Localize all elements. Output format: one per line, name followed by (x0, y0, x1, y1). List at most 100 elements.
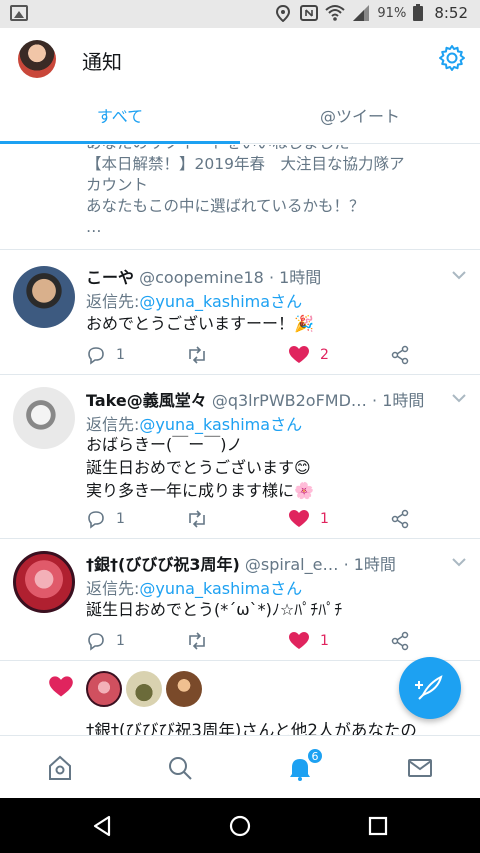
reply-button[interactable]: 1 (86, 508, 125, 530)
notification-feed[interactable]: あなたのリツイートをいいねしました 【本日解禁！】2019年春 大注目な協力隊ア… (0, 145, 480, 735)
reply-mention[interactable]: @yuna_kashimaさん (139, 415, 302, 434)
chevron-down-icon[interactable] (452, 557, 466, 567)
avatar[interactable] (13, 551, 75, 613)
tweet-actions: 1 1 (86, 630, 426, 652)
tab-mentions[interactable]: @ツイート (240, 90, 480, 144)
notification-line: あなたのリツイートをいいねしました (86, 145, 466, 154)
retweet-button[interactable] (186, 344, 208, 366)
reply-mention[interactable]: @yuna_kashimaさん (139, 292, 302, 311)
like-button[interactable]: 1 (288, 630, 329, 652)
like-count: 2 (320, 347, 329, 363)
heart-icon (289, 510, 309, 527)
author-handle: @spiral_e… (244, 555, 339, 574)
location-icon (276, 4, 291, 22)
like-button[interactable]: 1 (288, 508, 329, 530)
page-title: 通知 (82, 50, 122, 74)
share-icon (391, 345, 409, 365)
avatar[interactable] (18, 40, 56, 78)
tweet-time: · 1時間 (268, 268, 322, 287)
wifi-icon (325, 5, 346, 21)
retweet-icon (189, 632, 205, 650)
retweet-button[interactable] (186, 508, 208, 530)
reply-count: 1 (116, 347, 125, 363)
notification-line: カウント (86, 176, 149, 194)
share-button[interactable] (390, 508, 410, 530)
tab-all[interactable]: すべて (0, 90, 240, 144)
avatar[interactable] (13, 387, 75, 449)
like-count: 1 (320, 511, 329, 527)
tweet-actions: 1 2 (86, 344, 426, 366)
retweet-button[interactable] (186, 630, 208, 652)
tweet-card[interactable]: Take@義風堂々 @q3lrPWB2oFMD… · 1時間 返信先:@yuna… (0, 375, 480, 539)
retweet-icon (189, 510, 205, 528)
avatar[interactable] (86, 671, 122, 707)
notification-line: 【本日解禁！】2019年春 大注目な協力隊ア (86, 155, 405, 173)
author-name[interactable]: Take@義風堂々 (86, 391, 207, 410)
notification-badge: 6 (307, 748, 323, 764)
share-button[interactable] (390, 344, 410, 366)
reply-mention[interactable]: @yuna_kashimaさん (139, 579, 302, 598)
tweet-text: おめでとうございますーー！🎉 (86, 314, 314, 333)
reply-prefix: 返信先: (86, 415, 140, 434)
notification-line: あなたもこの中に選ばれているかも！？ (86, 197, 365, 215)
back-icon[interactable] (90, 814, 114, 838)
gear-icon[interactable] (438, 44, 466, 72)
notification-line: … (86, 218, 102, 236)
author-handle: @q3lrPWB2oFMD… (211, 391, 367, 410)
author-name[interactable]: †銀†(びびび祝3周年) (86, 555, 240, 574)
image-icon (10, 5, 28, 21)
reply-icon (88, 511, 104, 529)
tweet-time: · 1時間 (372, 391, 425, 410)
notification-text: †銀†(びびび祝3周年)さんと他2人があなたの (86, 721, 417, 735)
reply-prefix: 返信先: (86, 292, 140, 311)
share-icon (391, 509, 409, 529)
avatar[interactable] (13, 266, 75, 328)
reply-icon (88, 633, 104, 651)
tweet-text: おばらきー(￣ー￣)ノ 誕生日おめでとうございます😊 実り多き一年に成ります様に… (86, 435, 314, 500)
avatar[interactable] (126, 671, 162, 707)
app-header: 通知 (0, 28, 480, 90)
heart-icon (289, 632, 309, 649)
reply-button[interactable]: 1 (86, 344, 125, 366)
reply-button[interactable]: 1 (86, 630, 125, 652)
reply-count: 1 (116, 633, 125, 649)
reply-prefix: 返信先: (86, 579, 140, 598)
share-button[interactable] (390, 630, 410, 652)
reply-count: 1 (116, 511, 125, 527)
clock: 8:52 (434, 4, 468, 22)
chevron-down-icon[interactable] (452, 270, 466, 280)
recents-icon[interactable] (366, 814, 390, 838)
heart-icon (49, 676, 73, 697)
system-nav-bar (0, 798, 480, 853)
author-handle: @coopemine18 (139, 268, 264, 287)
tweet-card[interactable]: こーや @coopemine18 · 1時間 返信先:@yuna_kashima… (0, 250, 480, 374)
home-icon[interactable] (46, 754, 74, 782)
tab-active-indicator (0, 141, 240, 144)
battery-icon (413, 4, 424, 21)
tweet-text: 誕生日おめでとう(*´ω`*)ﾉ☆ﾊﾟﾁﾊﾟﾁ (86, 600, 343, 619)
nfc-icon (300, 5, 319, 21)
author-name[interactable]: こーや (86, 268, 134, 287)
bottom-nav: 6 (0, 735, 480, 798)
compose-feather-icon (415, 675, 443, 700)
mail-icon[interactable] (406, 754, 434, 782)
retweet-icon (189, 346, 205, 364)
tweet-time: · 1時間 (343, 555, 396, 574)
avatar[interactable] (166, 671, 202, 707)
retweet-like-notification[interactable]: あなたのリツイートをいいねしました 【本日解禁！】2019年春 大注目な協力隊ア… (86, 145, 466, 238)
share-icon (391, 631, 409, 651)
tab-bar: すべて @ツイート (0, 90, 480, 144)
search-icon[interactable] (166, 754, 194, 782)
compose-button[interactable] (399, 657, 461, 719)
tweet-card[interactable]: †銀†(びびび祝3周年) @spiral_e… · 1時間 返信先:@yuna_… (0, 539, 480, 659)
status-bar: 91% 8:52 (0, 0, 480, 28)
like-button[interactable]: 2 (288, 344, 329, 366)
heart-icon (289, 346, 309, 363)
home-button-icon[interactable] (228, 814, 252, 838)
battery-percent: 91% (377, 5, 407, 21)
signal-icon (353, 5, 370, 21)
reply-icon (88, 347, 104, 365)
tweet-actions: 1 1 (86, 508, 426, 530)
like-count: 1 (320, 633, 329, 649)
chevron-down-icon[interactable] (452, 393, 466, 403)
